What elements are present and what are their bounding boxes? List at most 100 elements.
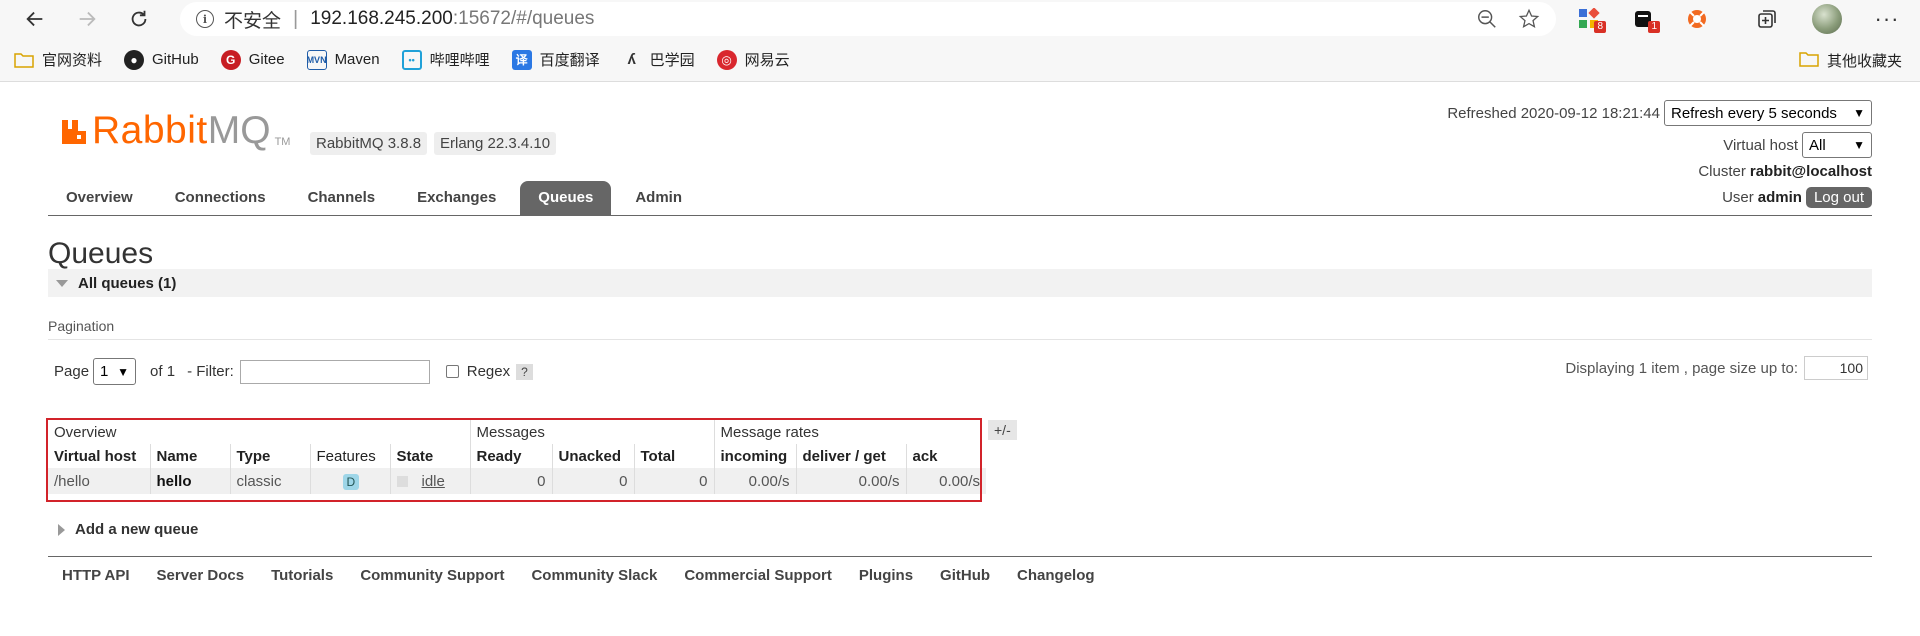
filter-label: - Filter: — [187, 363, 234, 380]
table-row[interactable]: /hello hello classic D idle 0 0 0 0.00/s… — [48, 468, 986, 494]
page-select[interactable]: 1 ▼ — [93, 358, 136, 385]
bookmark-item[interactable]: MVN Maven — [307, 50, 380, 70]
refreshed-label: Refreshed 2020-09-12 18:21:44 — [1447, 105, 1660, 122]
address-bar[interactable]: i 不安全 | 192.168.245.200 :15672/#/queues — [180, 2, 1556, 36]
reload-button[interactable] — [119, 0, 159, 38]
footer-link-tutorials[interactable]: Tutorials — [271, 567, 333, 584]
bookmark-item[interactable]: ◎ 网易云 — [717, 49, 790, 70]
lifebuoy-icon — [1687, 9, 1707, 29]
footer-link-changelog[interactable]: Changelog — [1017, 567, 1095, 584]
logo-trademark: TM — [275, 136, 291, 148]
col-unacked[interactable]: Unacked — [552, 444, 634, 468]
column-toggle-button[interactable]: +/- — [988, 420, 1017, 440]
page-size-input[interactable]: 100 — [1804, 356, 1868, 380]
tab-queues[interactable]: Queues — [520, 181, 611, 215]
displaying-label: Displaying 1 item , page size up to: — [1565, 360, 1798, 377]
bookmark-item[interactable]: •• 哔哩哔哩 — [402, 49, 490, 70]
baxueyuan-icon: ʎ — [622, 50, 642, 70]
col-type[interactable]: Type — [230, 444, 310, 468]
footer-links: HTTP API Server Docs Tutorials Community… — [48, 556, 1872, 584]
bookmark-item[interactable]: 译 百度翻译 — [512, 49, 600, 70]
extension-notes[interactable]: 1 — [1616, 0, 1670, 38]
bookmark-label: 官网资料 — [42, 49, 102, 70]
other-bookmarks-label: 其他收藏夹 — [1827, 50, 1902, 71]
col-total[interactable]: Total — [634, 444, 714, 468]
cluster-value: rabbit@localhost — [1750, 163, 1872, 180]
extension-apps[interactable]: 8 — [1562, 0, 1616, 38]
zoom-out-icon[interactable] — [1476, 8, 1498, 30]
footer-link-server-docs[interactable]: Server Docs — [157, 567, 245, 584]
maven-icon: MVN — [307, 50, 327, 70]
col-features: Features — [310, 444, 390, 468]
group-message-rates: Message rates — [714, 420, 986, 444]
version-badge: RabbitMQ 3.8.8 — [310, 132, 427, 155]
refresh-select[interactable]: Refresh every 5 seconds ▼ — [1664, 100, 1872, 126]
vhost-select[interactable]: All ▼ — [1802, 132, 1872, 158]
other-bookmarks[interactable]: 其他收藏夹 — [1799, 50, 1902, 71]
extension-lifebuoy[interactable] — [1670, 0, 1724, 38]
state-indicator — [397, 476, 408, 487]
regex-checkbox[interactable] — [446, 365, 459, 378]
collections-button[interactable] — [1740, 0, 1794, 38]
cell-ack: 0.00/s — [906, 468, 986, 494]
info-icon[interactable]: i — [196, 10, 214, 28]
chevron-down-icon: ▼ — [1853, 106, 1865, 120]
more-menu-button[interactable]: ··· — [1860, 0, 1914, 38]
bookmark-item[interactable]: ● GitHub — [124, 50, 199, 70]
back-button[interactable] — [15, 0, 55, 38]
forward-button[interactable] — [67, 0, 107, 38]
help-button[interactable]: ? — [516, 364, 533, 380]
extension-badge: 1 — [1648, 21, 1660, 33]
rabbitmq-logo[interactable]: Rabbit MQ TM — [60, 112, 290, 150]
page-select-value: 1 — [100, 363, 108, 380]
vhost-select-value: All — [1809, 137, 1826, 154]
bookmark-item[interactable]: ʎ 巴学园 — [622, 49, 695, 70]
tab-connections[interactable]: Connections — [157, 181, 284, 215]
col-name[interactable]: Name — [150, 444, 230, 468]
arrow-left-icon — [24, 8, 46, 30]
pagination-controls: Page 1 ▼ of 1 - Filter: Regex ? — [54, 358, 533, 385]
col-virtual-host[interactable]: Virtual host — [48, 444, 150, 468]
logo-text-rabbit: Rabbit — [92, 112, 208, 150]
footer-link-http-api[interactable]: HTTP API — [62, 567, 130, 584]
browser-toolbar: i 不安全 | 192.168.245.200 :15672/#/queues … — [0, 0, 1920, 38]
add-queue-toggle[interactable]: Add a new queue — [58, 521, 198, 538]
folder-icon — [1799, 51, 1819, 71]
cluster-label: Cluster — [1698, 163, 1746, 180]
tab-channels[interactable]: Channels — [290, 181, 394, 215]
footer-link-commercial-support[interactable]: Commercial Support — [684, 567, 832, 584]
col-ready[interactable]: Ready — [470, 444, 552, 468]
footer-link-plugins[interactable]: Plugins — [859, 567, 913, 584]
chevron-down-icon: ▼ — [117, 365, 129, 379]
tab-admin[interactable]: Admin — [617, 181, 700, 215]
footer-link-community-slack[interactable]: Community Slack — [531, 567, 657, 584]
star-icon[interactable] — [1518, 8, 1540, 30]
avatar — [1812, 4, 1842, 34]
col-incoming[interactable]: incoming — [714, 444, 796, 468]
translate-icon: 译 — [512, 50, 532, 70]
footer-link-community-support[interactable]: Community Support — [360, 567, 504, 584]
tab-exchanges[interactable]: Exchanges — [399, 181, 514, 215]
rabbit-logo-icon — [60, 118, 88, 146]
cell-type: classic — [230, 468, 310, 494]
table-group-header: Overview Messages Message rates — [48, 420, 986, 444]
all-queues-section-toggle[interactable]: All queues (1) — [48, 269, 1872, 297]
col-ack[interactable]: ack — [906, 444, 986, 468]
col-state[interactable]: State — [390, 444, 470, 468]
bookmark-label: Maven — [335, 51, 380, 68]
cell-state: idle — [390, 468, 470, 494]
extension-badge: 8 — [1594, 21, 1606, 33]
profile-button[interactable] — [1800, 0, 1854, 38]
section-title: All queues (1) — [78, 275, 176, 292]
bookmark-item[interactable]: 官网资料 — [14, 49, 102, 70]
queue-name-link[interactable]: hello — [150, 468, 230, 494]
collections-icon — [1756, 8, 1778, 30]
github-icon: ● — [124, 50, 144, 70]
footer-link-github[interactable]: GitHub — [940, 567, 990, 584]
bookmark-label: 百度翻译 — [540, 49, 600, 70]
tab-overview[interactable]: Overview — [48, 181, 151, 215]
bookmark-item[interactable]: G Gitee — [221, 50, 285, 70]
col-deliver-get[interactable]: deliver / get — [796, 444, 906, 468]
cell-features: D — [310, 468, 390, 494]
filter-input[interactable] — [240, 360, 430, 384]
